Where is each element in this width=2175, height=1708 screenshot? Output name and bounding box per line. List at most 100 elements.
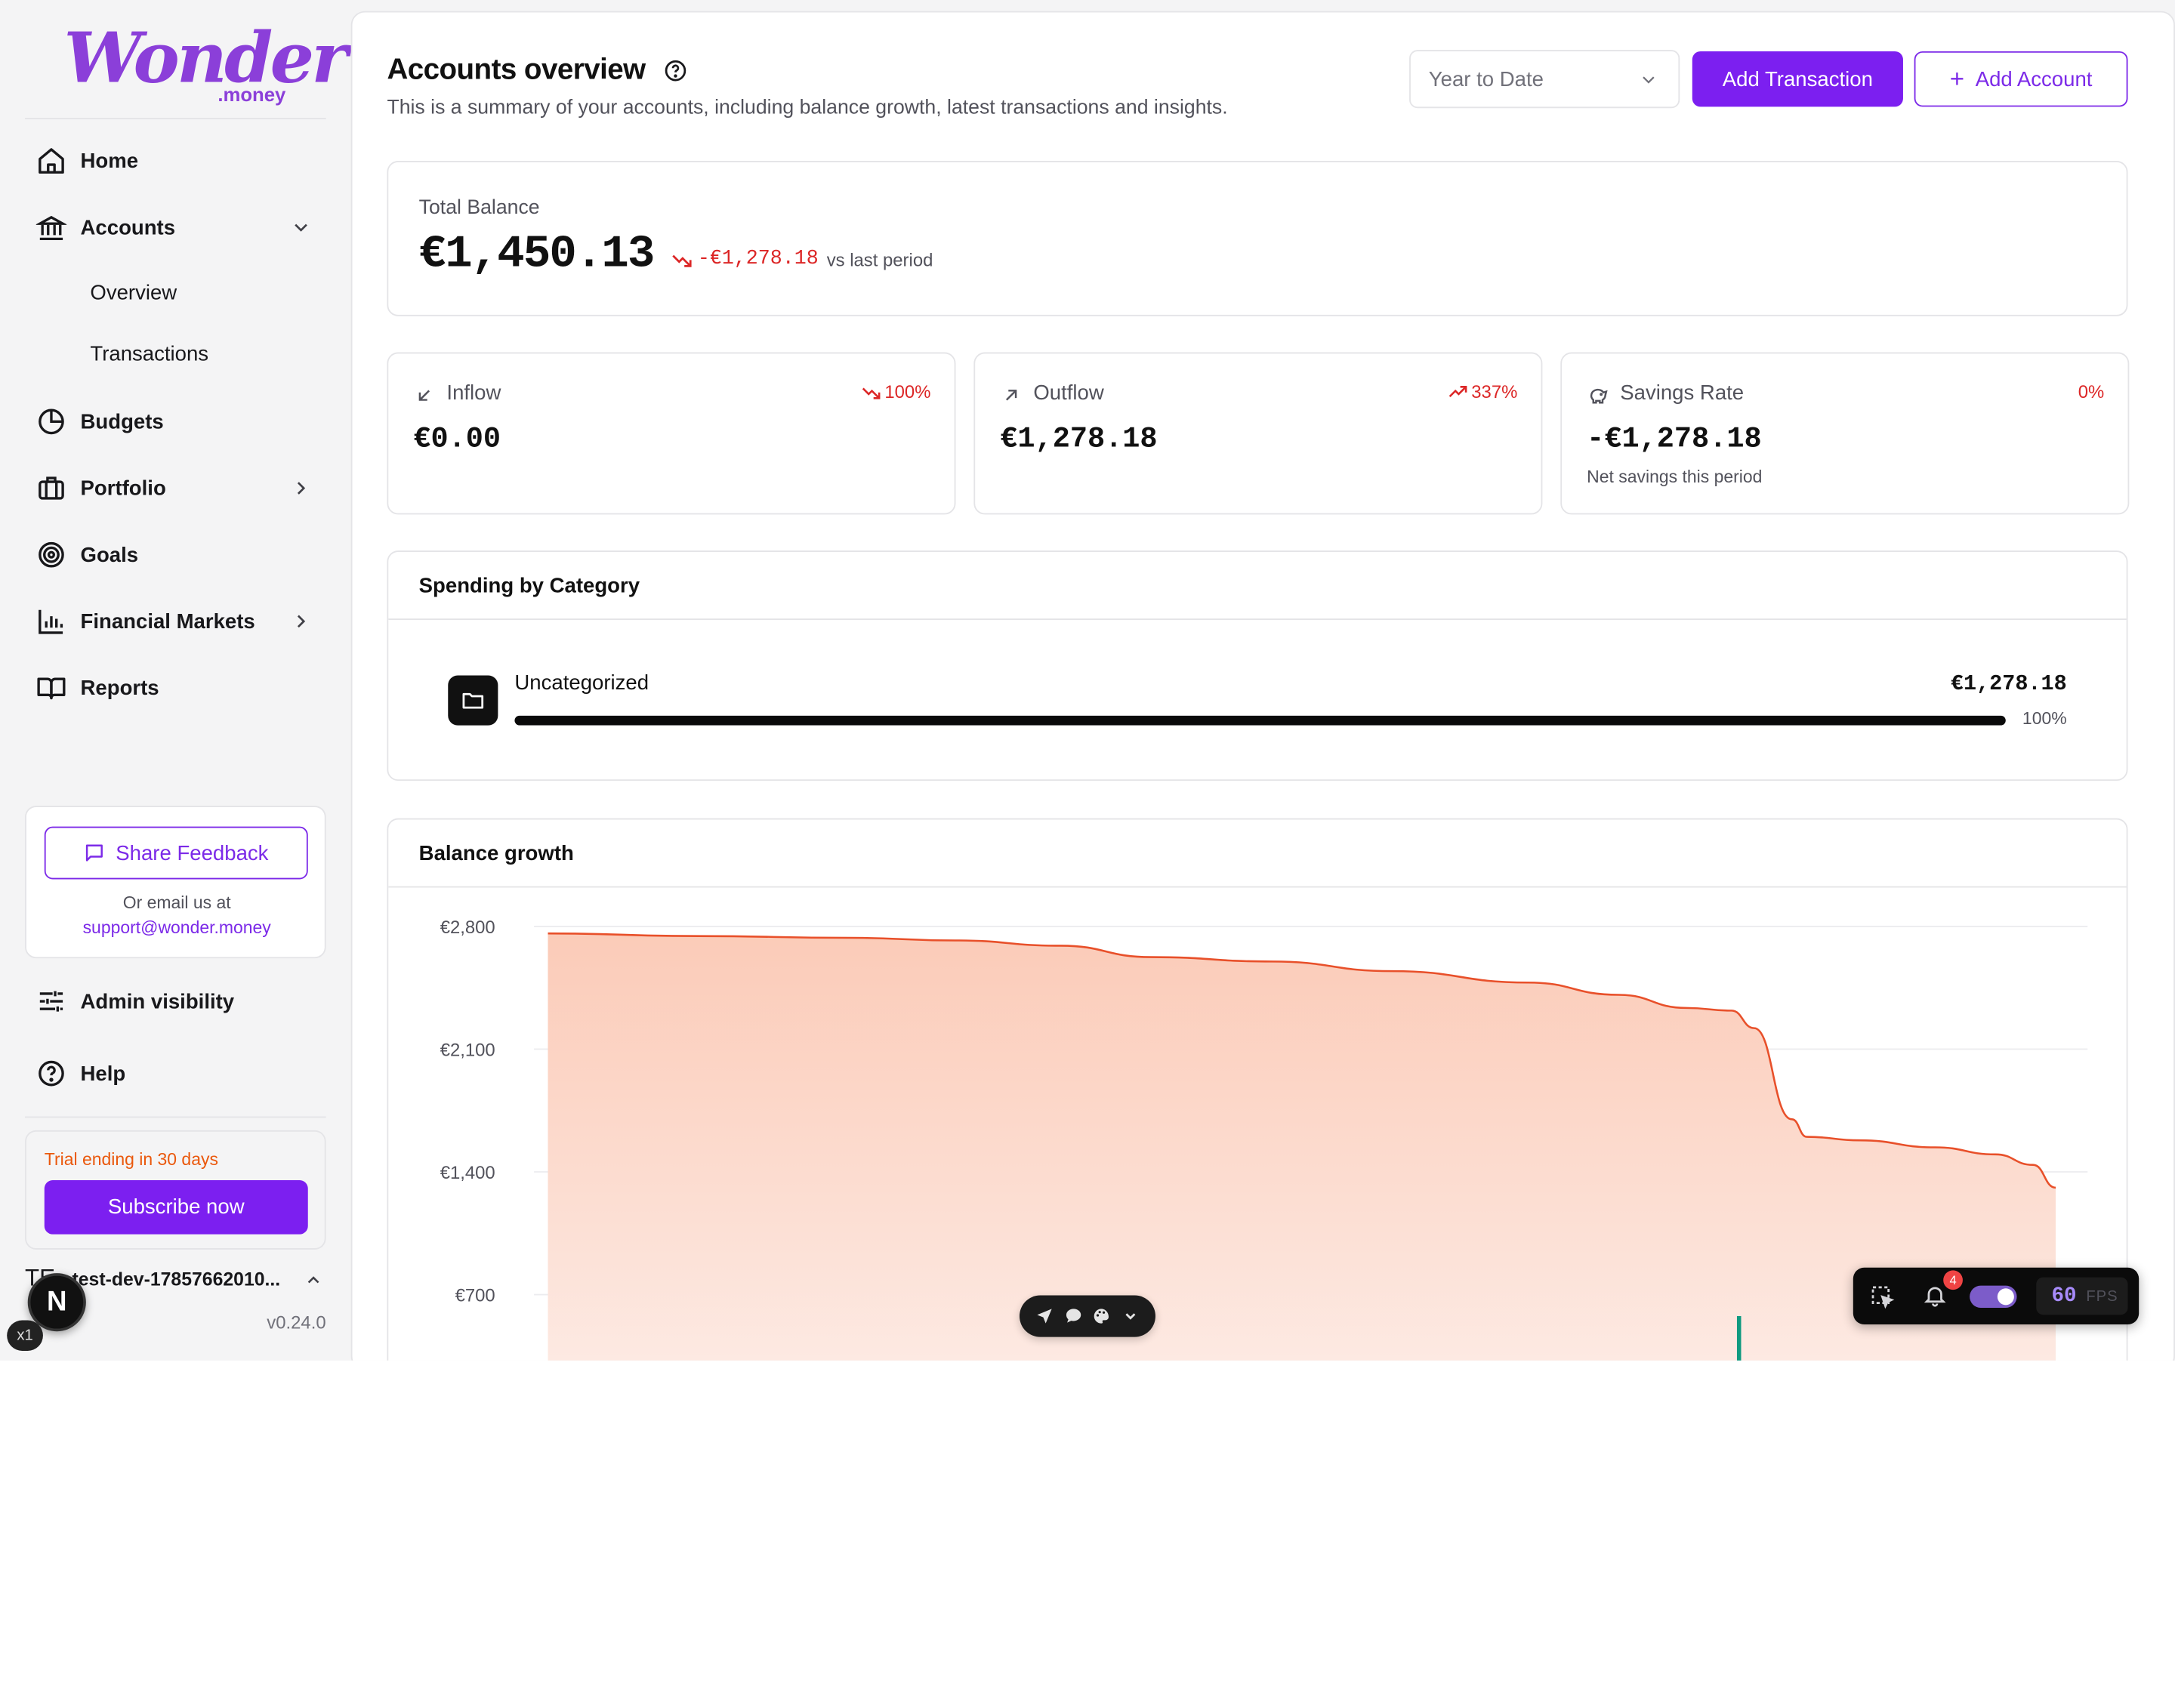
- trending-down-icon: [862, 387, 880, 399]
- logo-wordmark: Wonder: [63, 17, 347, 99]
- sidebar-item-label: Portfolio: [80, 476, 166, 501]
- comment-icon[interactable]: [1063, 1305, 1084, 1327]
- sidebar-divider: [25, 1116, 326, 1118]
- stat-note: Net savings this period: [1587, 467, 1763, 487]
- brand-logo[interactable]: Wonder .money: [63, 17, 347, 111]
- category-name: Uncategorized: [514, 671, 649, 695]
- y-tick-label: €1,400: [440, 1163, 495, 1183]
- sidebar-item-portfolio[interactable]: Portfolio: [25, 461, 326, 516]
- sidebar-divider: [25, 118, 326, 119]
- category-amount: €1,278.18: [1950, 671, 2067, 697]
- help-circle-icon[interactable]: [663, 58, 688, 83]
- y-tick-label: €2,800: [440, 917, 495, 938]
- period-select[interactable]: Year to Date: [1409, 50, 1680, 109]
- category-progress-bar: [514, 715, 2006, 726]
- sidebar-item-reports[interactable]: Reports: [25, 660, 326, 715]
- app-window: Wonder .money Home Accounts Overview Tra…: [0, 0, 2175, 1361]
- feedback-note: Or email us at: [122, 893, 231, 913]
- outflow-card: Outflow 337% €1,278.18: [973, 352, 1543, 515]
- share-feedback-button[interactable]: Share Feedback: [44, 826, 308, 880]
- chevron-down-icon: [1643, 76, 1655, 84]
- chevron-right-icon[interactable]: [290, 610, 312, 632]
- category-percent: 100%: [2022, 708, 2067, 729]
- arrow-up-right-icon: [1005, 390, 1017, 401]
- sidebar-item-label: Financial Markets: [80, 609, 255, 634]
- select-element-icon[interactable]: [1870, 1284, 1895, 1309]
- total-balance-value: €1,450.13: [418, 229, 656, 281]
- inflow-card: Inflow 100% €0.00: [387, 352, 956, 515]
- sidebar-item-admin-visibility[interactable]: Admin visibility: [25, 973, 326, 1028]
- stat-trend: 337%: [1448, 381, 1517, 402]
- chevron-up-icon[interactable]: [304, 1270, 323, 1290]
- dev-toolbar: 4 60 FPS: [1853, 1267, 2140, 1325]
- chevron-right-icon[interactable]: [290, 477, 312, 499]
- subscribe-button[interactable]: Subscribe now: [44, 1180, 308, 1235]
- y-tick-label: €700: [455, 1286, 495, 1306]
- notification-count-badge: 4: [1943, 1270, 1963, 1290]
- chevron-down-icon[interactable]: [1118, 1305, 1140, 1327]
- feedback-card: Share Feedback Or email us at support@wo…: [25, 806, 328, 959]
- stat-label: Savings Rate: [1620, 381, 1745, 405]
- briefcase-icon: [36, 473, 66, 503]
- devtools-toggle[interactable]: [1970, 1285, 2017, 1309]
- pie-chart-icon: [36, 406, 66, 436]
- floating-toolbar: [1019, 1295, 1155, 1337]
- sidebar-subitem-transactions[interactable]: Transactions: [90, 343, 208, 366]
- section-title: Balance growth: [388, 819, 2127, 888]
- fps-value: 60: [2051, 1284, 2077, 1309]
- user-name: test-dev-17857662010...: [72, 1269, 281, 1290]
- bar-chart-icon: [36, 606, 66, 637]
- add-transaction-button[interactable]: Add Transaction: [1692, 51, 1903, 107]
- period-select-value: Year to Date: [1428, 67, 1544, 91]
- trial-notice: Trial ending in 30 days: [44, 1149, 218, 1170]
- folder-icon: [448, 675, 498, 726]
- chevron-down-icon[interactable]: [290, 217, 312, 239]
- stat-trend-value: 0%: [2078, 381, 2105, 402]
- share-feedback-label: Share Feedback: [116, 840, 269, 865]
- sidebar-item-home[interactable]: Home: [25, 133, 326, 188]
- zoom-badge[interactable]: x1: [7, 1320, 43, 1351]
- stat-value: €1,278.18: [1000, 424, 1158, 457]
- fps-meter: 60 FPS: [2036, 1277, 2128, 1315]
- stat-trend: 0%: [2078, 381, 2105, 402]
- support-email-link[interactable]: support@wonder.money: [26, 918, 328, 938]
- balance-area: [548, 933, 2056, 1361]
- stat-trend: 100%: [861, 381, 930, 402]
- home-icon: [36, 146, 66, 176]
- sidebar-subitem-overview[interactable]: Overview: [90, 282, 177, 305]
- sidebar-item-goals[interactable]: Goals: [25, 527, 326, 582]
- stat-value: €0.00: [413, 424, 501, 457]
- sidebar-item-label: Accounts: [80, 215, 176, 239]
- sidebar-item-label: Budgets: [80, 409, 164, 433]
- total-balance-card: Total Balance €1,450.13 -€1,278.18 vs la…: [387, 161, 2128, 316]
- message-square-icon: [84, 842, 106, 864]
- stat-trend-value: 100%: [884, 381, 931, 402]
- sidebar-item-financial-markets[interactable]: Financial Markets: [25, 593, 326, 649]
- total-balance-delta: -€1,278.18 vs last period: [671, 248, 933, 270]
- help-circle-icon: [36, 1058, 66, 1088]
- add-account-button[interactable]: + Add Account: [1914, 51, 2128, 107]
- bell-icon[interactable]: [1923, 1283, 1948, 1308]
- sidebar-item-label: Help: [80, 1061, 126, 1086]
- stat-trend-value: 337%: [1471, 381, 1518, 402]
- stat-label: Outflow: [1033, 381, 1104, 405]
- savings-rate-card: Savings Rate 0% -€1,278.18 Net savings t…: [1560, 352, 2130, 515]
- navigation-icon[interactable]: [1034, 1305, 1056, 1327]
- book-open-icon: [36, 673, 66, 703]
- sliders-icon: [36, 986, 66, 1016]
- main-content: Accounts overview This is a summary of y…: [350, 11, 2175, 1361]
- sidebar-item-budgets[interactable]: Budgets: [25, 394, 326, 449]
- sidebar: Wonder .money Home Accounts Overview Tra…: [0, 0, 350, 1361]
- section-title: Spending by Category: [388, 552, 2127, 621]
- total-balance-delta-value: -€1,278.18: [697, 248, 819, 271]
- page-title: Accounts overview: [387, 54, 646, 86]
- fps-unit: FPS: [2086, 1287, 2118, 1305]
- y-tick-label: €2,100: [440, 1041, 495, 1061]
- sidebar-item-label: Reports: [80, 676, 159, 700]
- spending-by-category-card: Spending by Category Uncategorized €1,27…: [387, 550, 2128, 782]
- category-progress-fill: [514, 715, 2006, 726]
- palette-icon[interactable]: [1091, 1305, 1112, 1327]
- sidebar-item-help[interactable]: Help: [25, 1046, 326, 1101]
- sidebar-item-accounts[interactable]: Accounts: [25, 199, 326, 254]
- plus-icon: +: [1949, 64, 1965, 93]
